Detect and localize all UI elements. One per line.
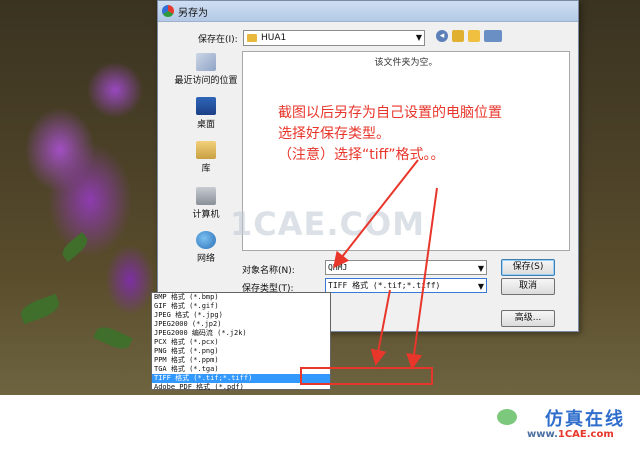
type-option[interactable]: PNG 格式 (*.png) xyxy=(152,347,330,356)
network-icon xyxy=(196,231,216,249)
dialog-title: 另存为 xyxy=(178,7,208,19)
app-icon xyxy=(162,5,174,17)
save-type-select[interactable]: TIFF 格式 (*.tif;*.tiff) ▼ xyxy=(325,278,487,293)
annotation-text: 截图以后另存为自己设置的电脑位置 选择好保存类型。 （注意）选择“tiff”格式… xyxy=(278,103,502,166)
desktop-icon xyxy=(196,97,216,115)
folder-icon xyxy=(247,34,257,42)
object-name-label: 对象名称(N): xyxy=(242,266,295,276)
nav-toolbar: ◂ xyxy=(436,30,502,42)
place-recent[interactable]: 最近访问的位置 xyxy=(172,53,240,86)
site-logo: 仿真在线 www.1CAE.com xyxy=(497,405,637,445)
wechat-icon xyxy=(497,409,517,425)
computer-icon xyxy=(196,187,216,205)
up-folder-icon[interactable] xyxy=(452,30,464,42)
view-menu-icon[interactable] xyxy=(484,30,502,42)
folder-name: HUA1 xyxy=(261,33,287,43)
recent-places-icon xyxy=(196,53,216,71)
chevron-down-icon: ▼ xyxy=(415,33,422,42)
back-icon[interactable]: ◂ xyxy=(436,30,448,42)
annotation-line-3: （注意）选择“tiff”格式。。 xyxy=(278,147,445,163)
dialog-titlebar: 另存为 xyxy=(158,1,578,22)
chevron-down-icon: ▼ xyxy=(477,264,484,273)
chevron-down-icon: ▼ xyxy=(477,282,484,291)
object-name-input[interactable]: QHMJ ▼ xyxy=(325,260,487,275)
new-folder-icon[interactable] xyxy=(468,30,480,42)
place-label: 网络 xyxy=(196,254,215,264)
logo-url: www.1CAE.com xyxy=(527,429,614,440)
save-button[interactable]: 保存(S) xyxy=(501,259,555,276)
type-option[interactable]: JPEG2000 编码流 (*.j2k) xyxy=(152,329,330,338)
place-desktop[interactable]: 桌面 xyxy=(172,97,240,130)
save-as-dialog: 另存为 保存在(I): HUA1 ▼ ◂ 最近访问的位置 桌面 库 计算机 网络… xyxy=(157,0,579,332)
save-type-value: TIFF 格式 (*.tif;*.tiff) xyxy=(328,281,441,290)
cancel-button[interactable]: 取消 xyxy=(501,278,555,295)
advanced-button[interactable]: 高级... xyxy=(501,310,555,327)
watermark: 1CAE.COM xyxy=(230,205,426,243)
type-option[interactable]: JPEG2000 (*.jp2) xyxy=(152,320,330,329)
object-name-value: QHMJ xyxy=(328,263,348,272)
annotation-line-2: 选择好保存类型。 xyxy=(278,126,390,142)
place-label: 桌面 xyxy=(196,120,215,130)
save-in-row: 保存在(I): HUA1 ▼ ◂ xyxy=(158,29,578,47)
place-label: 最近访问的位置 xyxy=(174,76,238,86)
annotation-line-1: 截图以后另存为自己设置的电脑位置 xyxy=(278,105,502,121)
type-option[interactable]: GIF 格式 (*.gif) xyxy=(152,302,330,311)
type-option[interactable]: JPEG 格式 (*.jpg) xyxy=(152,311,330,320)
type-option[interactable]: PCX 格式 (*.pcx) xyxy=(152,338,330,347)
type-option[interactable]: PPM 格式 (*.ppm) xyxy=(152,356,330,365)
library-icon xyxy=(196,141,216,159)
save-in-dropdown[interactable]: HUA1 ▼ xyxy=(243,30,425,46)
place-label: 计算机 xyxy=(192,210,220,220)
tiff-highlight-box xyxy=(300,367,433,385)
type-option[interactable]: BMP 格式 (*.bmp) xyxy=(152,293,330,302)
save-in-label: 保存在(I): xyxy=(198,35,238,45)
logo-title: 仿真在线 xyxy=(545,409,625,430)
place-library[interactable]: 库 xyxy=(172,141,240,174)
empty-folder-message: 该文件夹为空。 xyxy=(374,58,438,68)
place-label: 库 xyxy=(201,164,211,174)
